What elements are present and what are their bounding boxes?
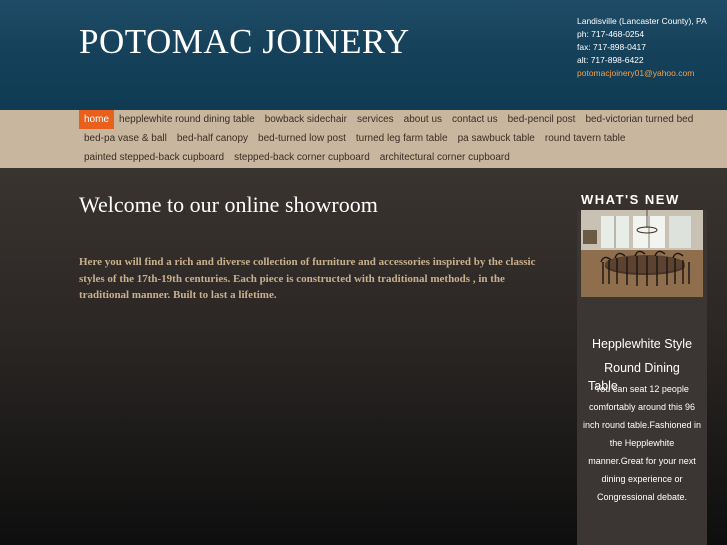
- main-nav: home hepplewhite round dining table bowb…: [0, 110, 727, 168]
- nav-item-turned-leg-farm-table[interactable]: turned leg farm table: [351, 129, 453, 148]
- contact-alt-phone: alt: 717-898-6422: [577, 55, 644, 65]
- whats-new-title: WHAT'S NEW: [581, 192, 680, 207]
- nav-item-about-us[interactable]: about us: [399, 110, 447, 129]
- site-title[interactable]: POTOMAC JOINERY: [79, 22, 410, 62]
- nav-item-hepplewhite-round-dining-table[interactable]: hepplewhite round dining table: [114, 110, 260, 129]
- main-content: Welcome to our online showroom Here you …: [0, 168, 727, 545]
- dining-room-illustration: [581, 210, 703, 297]
- nav-item-architectural-corner-cupboard[interactable]: architectural corner cupboard: [375, 148, 515, 167]
- contact-location: Landisville (Lancaster County), PA: [577, 16, 707, 26]
- nav-item-bed-pencil-post[interactable]: bed-pencil post: [503, 110, 581, 129]
- nav-item-home[interactable]: home: [79, 110, 115, 129]
- contact-email-link[interactable]: potomacjoinery01@yahoo.com: [577, 67, 707, 80]
- nav-item-bed-victorian-turned-bed[interactable]: bed-victorian turned bed: [580, 110, 698, 129]
- featured-heading-line-1: Hepplewhite Style: [591, 337, 693, 351]
- contact-fax: fax: 717-898-0417: [577, 42, 646, 52]
- nav-item-pa-sawbuck-table[interactable]: pa sawbuck table: [453, 129, 540, 148]
- featured-item-description: You can seat 12 people comfortably aroun…: [582, 384, 702, 502]
- site-header: POTOMAC JOINERY Landisville (Lancaster C…: [0, 0, 727, 110]
- nav-item-services[interactable]: services: [352, 110, 399, 129]
- nav-row-1: home hepplewhite round dining table bowb…: [79, 110, 698, 129]
- nav-row-3: painted stepped-back cupboard stepped-ba…: [79, 148, 515, 167]
- nav-item-painted-stepped-back-cupboard[interactable]: painted stepped-back cupboard: [79, 148, 229, 167]
- dining-table-photo[interactable]: [581, 210, 703, 297]
- nav-row-2: bed-pa vase & ball bed-half canopy bed-t…: [79, 129, 630, 148]
- nav-item-bowback-sidechair[interactable]: bowback sidechair: [260, 110, 352, 129]
- featured-heading-line-2: Round Dining: [604, 361, 680, 375]
- contact-info: Landisville (Lancaster County), PA ph: 7…: [577, 15, 707, 80]
- whats-new-panel: Hepplewhite Style Round Dining Table You…: [577, 210, 707, 545]
- page-title: Welcome to our online showroom: [79, 192, 378, 217]
- intro-text: Here you will find a rich and diverse co…: [79, 256, 536, 301]
- nav-item-contact-us[interactable]: contact us: [447, 110, 503, 129]
- nav-item-bed-half-canopy[interactable]: bed-half canopy: [172, 129, 253, 148]
- nav-item-round-tavern-table[interactable]: round tavern table: [540, 129, 631, 148]
- nav-item-stepped-back-corner-cupboard[interactable]: stepped-back corner cupboard: [229, 148, 375, 167]
- nav-item-bed-pa-vase-ball[interactable]: bed-pa vase & ball: [79, 129, 172, 148]
- contact-phone: ph: 717-468-0254: [577, 29, 645, 39]
- nav-item-bed-turned-low-post[interactable]: bed-turned low post: [253, 129, 351, 148]
